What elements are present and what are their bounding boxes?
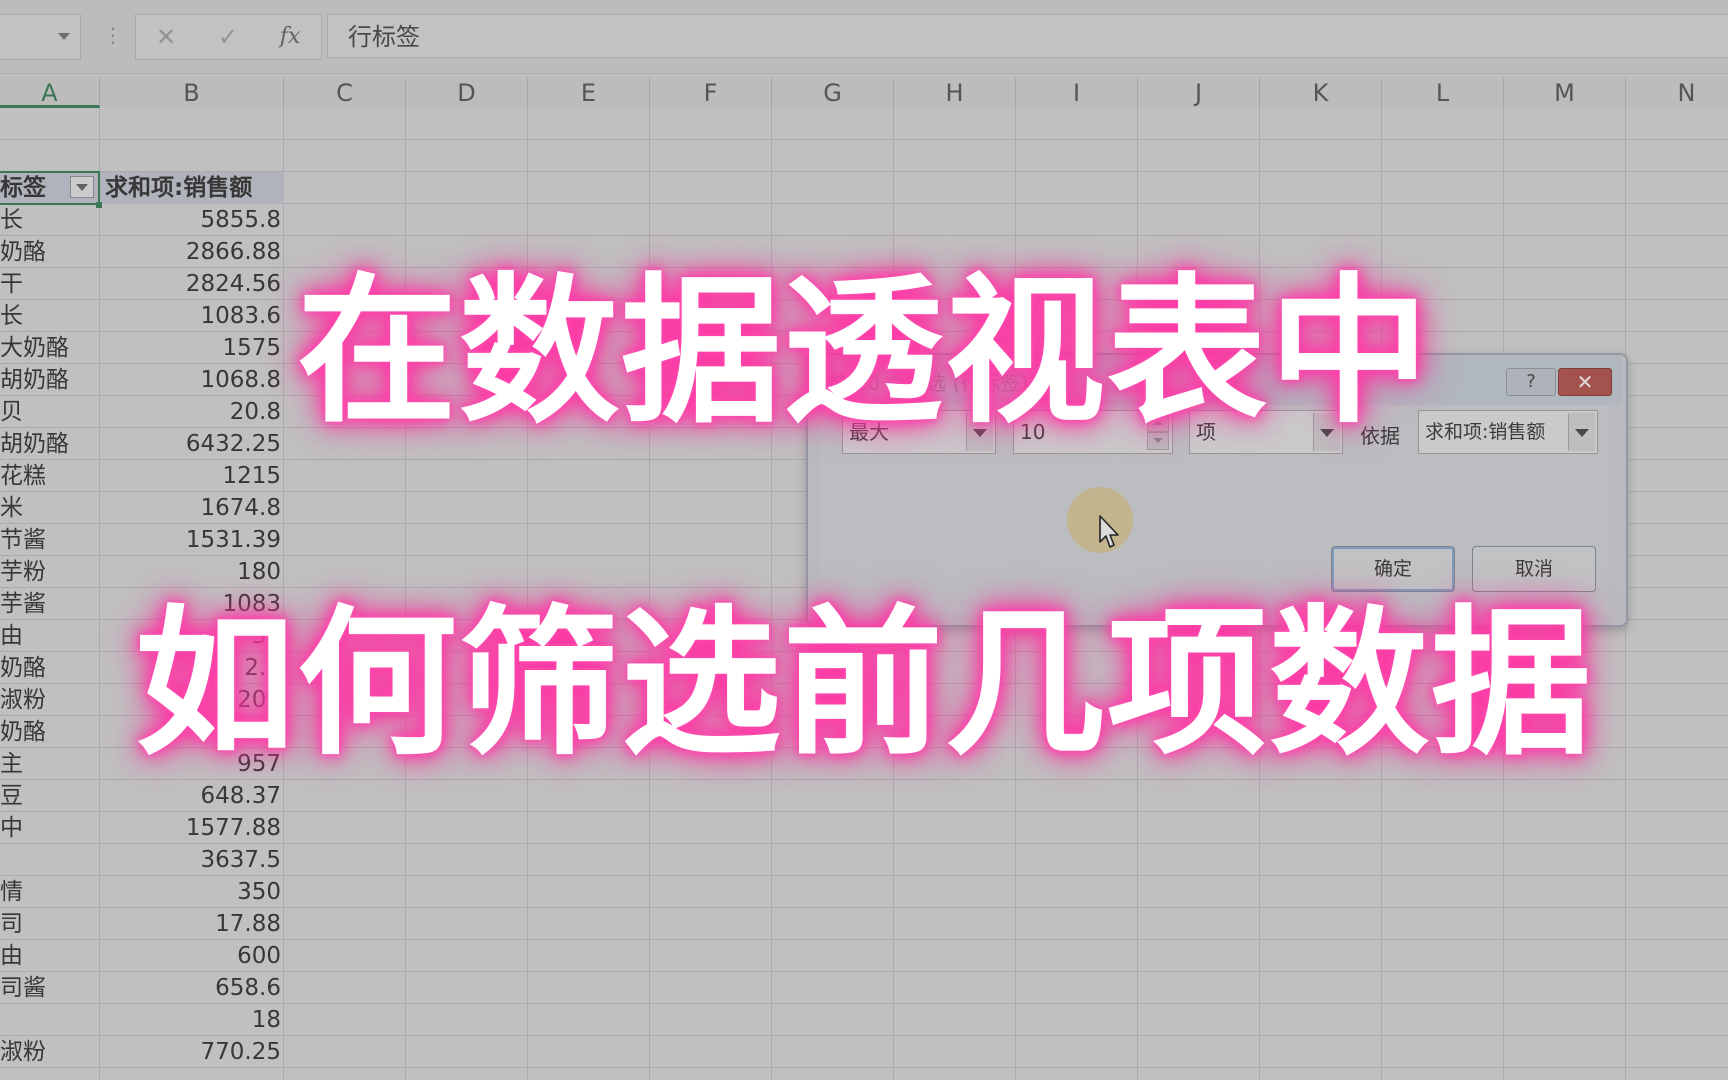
column-header-m[interactable]: M [1504, 78, 1626, 108]
pivot-row-value: 180 [237, 559, 281, 585]
insert-function-icon[interactable]: fx [260, 15, 320, 59]
column-header-k[interactable]: K [1260, 78, 1382, 108]
formula-bar: ⋮ ✕ ✓ fx 行标签 [0, 0, 1728, 74]
pivot-row[interactable]: 芋粉 180 [0, 556, 284, 588]
pivot-row[interactable]: 豆 648.37 [0, 780, 284, 812]
pivot-row-label: 花糕 [0, 463, 46, 489]
pivot-row-value: 5855.8 [200, 207, 281, 233]
column-header-d[interactable]: D [406, 78, 528, 108]
confirm-entry-icon[interactable]: ✓ [198, 15, 258, 59]
pivot-row-value: 18 [251, 1007, 281, 1033]
pivot-row-label: 中 [0, 815, 23, 841]
pivot-row[interactable]: 长 5855.8 [0, 204, 284, 236]
pivot-row-value: 658.6 [215, 975, 281, 1001]
pivot-row-value: 1674.8 [200, 495, 281, 521]
pivot-row-value: 17.88 [215, 911, 281, 937]
mouse-cursor-icon [1099, 515, 1119, 548]
column-header-h[interactable]: H [894, 78, 1016, 108]
pivot-row[interactable]: 由 600 [0, 940, 284, 972]
column-header-g[interactable]: G [772, 78, 894, 108]
ok-button[interactable]: 确定 [1331, 546, 1455, 592]
pivot-row[interactable]: 花糕 1215 [0, 460, 284, 492]
column-header-b[interactable]: B [100, 78, 284, 108]
pivot-row-value: 3637.5 [200, 847, 281, 873]
pivot-row-label: 芋粉 [0, 559, 46, 585]
pivot-row-label: 由 [0, 943, 23, 969]
formula-buttons: ✕ ✓ fx [135, 14, 322, 60]
pivot-row[interactable]: 18 [0, 1004, 284, 1036]
pivot-row-label: 长 [0, 207, 23, 233]
more-vertical-icon: ⋮ [103, 23, 123, 47]
column-header-f[interactable]: F [650, 78, 772, 108]
pivot-row-label: 司酱 [0, 975, 46, 1001]
pivot-row-value: 1215 [222, 463, 281, 489]
pivot-row-label: 节酱 [0, 527, 46, 553]
pivot-row-value: 1577.88 [185, 815, 281, 841]
column-header-i[interactable]: I [1016, 78, 1138, 108]
column-header-a[interactable]: A [0, 78, 100, 108]
name-box[interactable] [0, 14, 81, 60]
pivot-row[interactable]: 米 1674.8 [0, 492, 284, 524]
cancel-entry-icon[interactable]: ✕ [136, 15, 196, 59]
column-header-n[interactable]: N [1626, 78, 1728, 108]
sum-field-header[interactable]: 求和项:销售额 [105, 172, 252, 204]
column-header-e[interactable]: E [528, 78, 650, 108]
column-header-l[interactable]: L [1382, 78, 1504, 108]
pivot-row[interactable]: 淑粉 770.25 [0, 1036, 284, 1068]
pivot-row[interactable]: 节酱 1531.39 [0, 524, 284, 556]
pivot-row-label: 司 [0, 911, 23, 937]
overlay-title-line2: 如何筛选前几项数据 [134, 590, 1593, 777]
pivot-row[interactable]: 3637.5 [0, 844, 284, 876]
pivot-row-value: 648.37 [200, 783, 281, 809]
column-header-j[interactable]: J [1138, 78, 1260, 108]
column-headers: ABCDEFGHIJKLMN [0, 78, 1728, 109]
pivot-row-label: 米 [0, 495, 23, 521]
pivot-row[interactable]: 司酱 658.6 [0, 972, 284, 1004]
pivot-row-value: 770.25 [200, 1039, 281, 1065]
pivot-row-value: 1531.39 [185, 527, 281, 553]
column-header-c[interactable]: C [284, 78, 406, 108]
pivot-row-value: 600 [237, 943, 281, 969]
selected-cell [0, 171, 100, 205]
chevron-down-icon[interactable] [58, 33, 70, 40]
formula-input[interactable]: 行标签 [327, 14, 1728, 58]
pivot-row-label: 豆 [0, 783, 23, 809]
pivot-row-label: 淑粉 [0, 1039, 46, 1065]
overlay-title-line1: 在数据透视表中 [296, 258, 1431, 445]
pivot-row[interactable]: 中 1577.88 [0, 812, 284, 844]
pivot-row-label: 情 [0, 879, 23, 905]
excel-window: ⋮ ✕ ✓ fx 行标签 ABCDEFGHIJKLMN 标签 求和项:销售额 长… [0, 0, 1728, 1080]
pivot-row[interactable]: 情 350 [0, 876, 284, 908]
pivot-row[interactable]: 司 17.88 [0, 908, 284, 940]
pivot-row-value: 350 [237, 879, 281, 905]
cancel-button[interactable]: 取消 [1472, 546, 1596, 592]
